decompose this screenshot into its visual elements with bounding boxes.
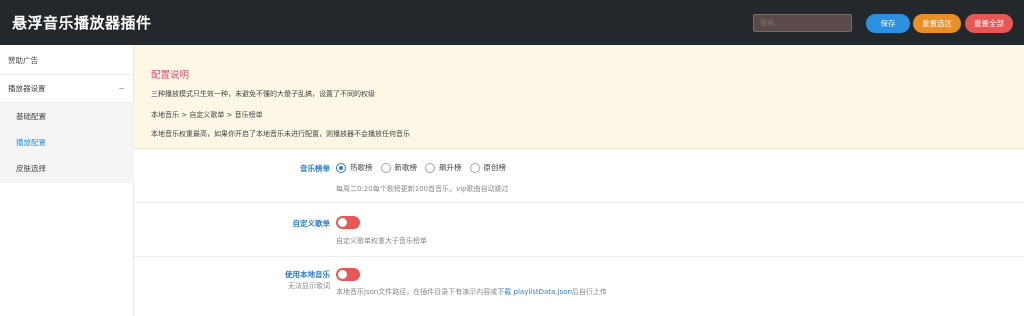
reset-all-button[interactable]: 重置全部 xyxy=(965,14,1013,33)
radio-label: 飙升榜 xyxy=(439,163,462,172)
custom-playlist-toggle[interactable] xyxy=(336,216,360,229)
sidebar-item-label: 皮肤选择 xyxy=(16,164,46,173)
settings-panel: 音乐榜单 热歌榜 新歌榜 飙升榜 原创榜 每周二0:20每个歌榜更新100首音乐… xyxy=(134,149,1024,316)
notice-title: 配置说明 xyxy=(151,70,190,81)
radio-checked-icon[interactable] xyxy=(336,162,346,173)
notice-line: 三种播放模式只生效一种，未避免不懂的大傻子乱搞，设置了不同的权级 xyxy=(151,90,375,98)
sidebar: 赞助广告 播放器设置 − 基础配置 播放配置 皮肤选择 xyxy=(0,45,134,316)
notice-line: 本地音乐 > 自定义歌单 > 音乐榜单 xyxy=(151,111,263,119)
radio-rising[interactable]: 飙升榜 xyxy=(425,162,462,173)
radio-label: 新歌榜 xyxy=(394,163,418,172)
reset-selection-button[interactable]: 重置选区 xyxy=(913,14,961,33)
setting-label: 使用本地音乐 xyxy=(285,270,330,279)
sidebar-item-basic-config[interactable]: 基础配置 xyxy=(0,103,134,131)
save-button[interactable]: 保存 xyxy=(866,14,910,33)
setting-description: 每周二0:20每个歌榜更新100首音乐，vip歌曲自动跳过 xyxy=(336,185,509,193)
sidebar-item-label: 播放配置 xyxy=(16,138,46,147)
description-text: 后自行上传 xyxy=(571,288,607,296)
search-input[interactable] xyxy=(753,14,852,32)
plugin-title: 悬浮音乐播放器插件 xyxy=(12,14,152,32)
setting-label: 音乐榜单 xyxy=(300,164,330,173)
collapse-icon[interactable]: − xyxy=(118,75,125,103)
radio-icon[interactable] xyxy=(425,162,435,173)
sidebar-item-label: 赞助广告 xyxy=(8,56,38,65)
sidebar-item-skin-select[interactable]: 皮肤选择 xyxy=(0,155,134,183)
description-text: 本地音乐json文件路径，在插件目录下有演示内容或 xyxy=(336,288,498,296)
radio-label: 原创榜 xyxy=(483,163,507,172)
radio-original[interactable]: 原创榜 xyxy=(469,162,507,173)
setting-label: 自定义歌单 xyxy=(292,219,331,228)
sidebar-item-playback-config[interactable]: 播放配置 xyxy=(0,129,134,157)
chart-radio-group: 热歌榜 新歌榜 飙升榜 原创榜 xyxy=(336,162,506,173)
sidebar-item-label: 基础配置 xyxy=(16,112,46,121)
config-notice: 配置说明 三种播放模式只生效一种，未避免不懂的大傻子乱搞，设置了不同的权级 本地… xyxy=(134,45,1024,149)
setting-description: 自定义歌单权重大于音乐榜单 xyxy=(336,237,427,245)
setting-description: 本地音乐json文件路径，在插件目录下有演示内容或下载 playlistData… xyxy=(336,287,607,297)
radio-icon[interactable] xyxy=(380,162,391,173)
setting-sublabel: 无法显示歌词 xyxy=(288,282,330,290)
radio-icon[interactable] xyxy=(469,162,480,173)
setting-row-local-music: 使用本地音乐 无法显示歌词 本地音乐json文件路径，在插件目录下有演示内容或下… xyxy=(134,257,1024,316)
radio-new[interactable]: 新歌榜 xyxy=(380,162,418,173)
sidebar-item-sponsor[interactable]: 赞助广告 xyxy=(0,47,134,75)
radio-hot[interactable]: 热歌榜 xyxy=(336,162,373,173)
download-playlist-link[interactable]: 下载 playlistData.json xyxy=(497,288,572,296)
setting-row-custom-playlist: 自定义歌单 自定义歌单权重大于音乐榜单 xyxy=(134,203,1024,257)
sidebar-item-label: 播放器设置 xyxy=(8,84,46,93)
top-header: 悬浮音乐播放器插件 保存 重置选区 重置全部 xyxy=(0,0,1024,45)
radio-label: 热歌榜 xyxy=(350,163,373,172)
notice-line: 本地音乐权重最高，如果你开启了本地音乐未进行配置，则播放器不会播放任何音乐 xyxy=(151,130,410,138)
sidebar-item-player-settings[interactable]: 播放器设置 − xyxy=(0,75,134,103)
local-music-toggle[interactable] xyxy=(336,268,360,281)
setting-row-chart: 音乐榜单 热歌榜 新歌榜 飙升榜 原创榜 每周二0:20每个歌榜更新100首音乐… xyxy=(134,149,1024,203)
